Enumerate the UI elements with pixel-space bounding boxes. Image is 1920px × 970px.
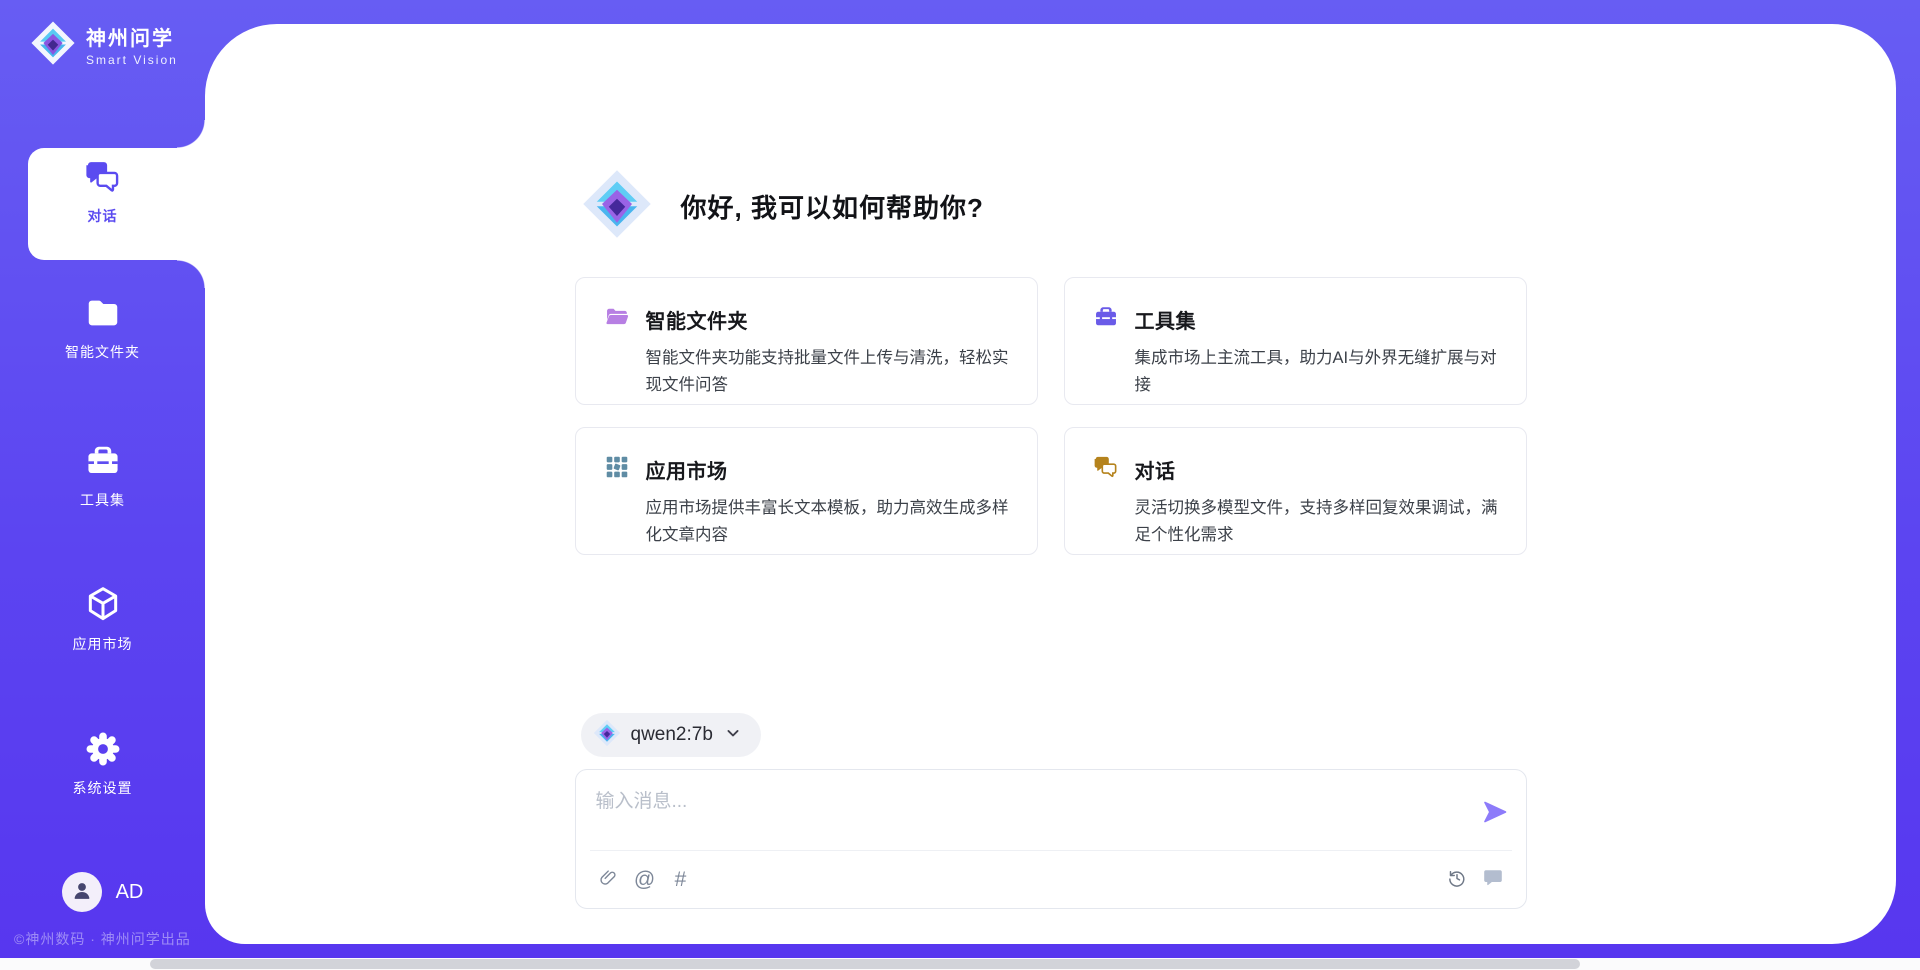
diamond-logo-icon — [30, 20, 76, 71]
topic-button[interactable]: # — [668, 867, 694, 893]
app-grid-icon — [604, 454, 630, 485]
model-name: qwen2:7b — [631, 724, 713, 746]
scrollbar-thumb[interactable] — [150, 959, 1580, 969]
card-title: 对话 — [1135, 455, 1176, 484]
model-selector[interactable]: qwen2:7b — [581, 713, 761, 757]
chevron-down-icon — [723, 723, 743, 748]
hash-icon: # — [675, 868, 687, 892]
diamond-logo-icon — [593, 719, 621, 752]
card-toolset[interactable]: 工具集 集成市场上主流工具，助力AI与外界无缝扩展与对接 — [1064, 277, 1527, 405]
history-icon — [1446, 867, 1468, 892]
card-title: 工具集 — [1135, 305, 1197, 334]
chat-bubbles-icon — [84, 158, 122, 201]
attach-button[interactable] — [596, 867, 622, 893]
tab-fillet-top — [177, 120, 205, 148]
send-button[interactable] — [1480, 798, 1510, 828]
horizontal-scrollbar — [0, 958, 1920, 970]
sidebar-item-label: 智能文件夹 — [0, 342, 205, 362]
send-icon — [1481, 814, 1509, 829]
main-panel: 你好, 我可以如何帮助你? 智能文件夹 智能文件夹功能支持批量文件上传与清洗，轻… — [205, 24, 1896, 944]
copyright-text: ©神州数码 · 神州问学出品 — [14, 929, 191, 949]
user-name: AD — [116, 881, 144, 904]
card-description: 集成市场上主流工具，助力AI与外界无缝扩展与对接 — [1135, 345, 1502, 398]
brand-logo: 神州问学 Smart Vision — [30, 20, 205, 71]
person-icon — [69, 877, 95, 908]
card-smart-folder[interactable]: 智能文件夹 智能文件夹功能支持批量文件上传与清洗，轻松实现文件问答 — [575, 277, 1038, 405]
card-description: 灵活切换多模型文件，支持多样回复效果调试，满足个性化需求 — [1135, 495, 1502, 548]
brand-name: 神州问学 — [86, 28, 174, 50]
card-description: 应用市场提供丰富长文本模板，助力高效生成多样化文章内容 — [646, 495, 1013, 548]
brand-subtitle: Smart Vision — [86, 53, 178, 67]
greeting: 你好, 我可以如何帮助你? — [581, 168, 984, 245]
mention-button[interactable]: @ — [632, 867, 658, 893]
sidebar-item-settings[interactable]: 系统设置 — [0, 730, 205, 798]
sidebar-item-label: 工具集 — [0, 490, 205, 510]
sidebar-item-smart-folder[interactable]: 智能文件夹 — [0, 294, 205, 362]
card-description: 智能文件夹功能支持批量文件上传与清洗，轻松实现文件问答 — [646, 345, 1013, 398]
message-composer: @ # — [575, 769, 1527, 909]
user-profile[interactable]: AD — [0, 872, 205, 912]
sidebar-item-label: 应用市场 — [0, 634, 205, 654]
card-title: 应用市场 — [646, 455, 728, 484]
card-chat[interactable]: 对话 灵活切换多模型文件，支持多样回复效果调试，满足个性化需求 — [1064, 427, 1527, 555]
history-button[interactable] — [1444, 867, 1470, 893]
message-input[interactable] — [596, 786, 1446, 844]
chat-bubbles-icon — [1093, 454, 1119, 485]
sidebar-item-toolset[interactable]: 工具集 — [0, 442, 205, 510]
card-title: 智能文件夹 — [646, 305, 749, 334]
folder-icon — [84, 294, 122, 337]
cube-icon — [83, 584, 123, 629]
feature-cards: 智能文件夹 智能文件夹功能支持批量文件上传与清洗，轻松实现文件问答 — [575, 277, 1527, 555]
avatar — [62, 872, 102, 912]
card-app-market[interactable]: 应用市场 应用市场提供丰富长文本模板，助力高效生成多样化文章内容 — [575, 427, 1038, 555]
sidebar: 神州问学 Smart Vision 对话 智能文件夹 — [0, 0, 205, 970]
sidebar-item-app-market[interactable]: 应用市场 — [0, 584, 205, 654]
diamond-logo-icon — [581, 168, 653, 245]
sidebar-item-label: 系统设置 — [0, 778, 205, 798]
folder-open-icon — [604, 304, 630, 335]
comment-icon — [1482, 867, 1504, 892]
toolbox-icon — [1093, 304, 1119, 335]
tab-fillet-bottom — [177, 260, 205, 288]
sidebar-item-chat[interactable]: 对话 — [0, 158, 205, 226]
gear-icon — [84, 730, 122, 773]
greeting-title: 你好, 我可以如何帮助你? — [681, 188, 984, 225]
new-chat-button[interactable] — [1480, 867, 1506, 893]
toolbox-icon — [84, 442, 122, 485]
paperclip-icon — [598, 868, 619, 892]
sidebar-item-label: 对话 — [0, 206, 205, 226]
at-icon: @ — [634, 868, 655, 892]
